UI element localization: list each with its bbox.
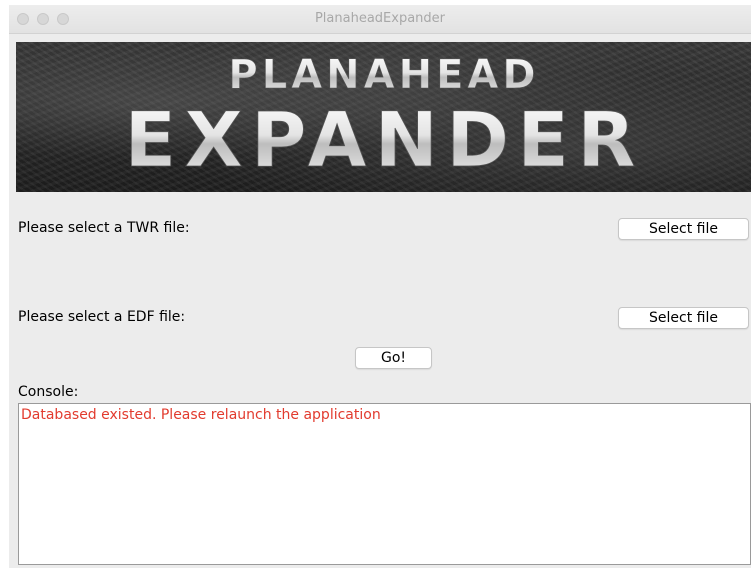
title-bar: PlanaheadExpander bbox=[9, 5, 751, 34]
banner-title-line2: EXPANDER bbox=[124, 95, 643, 184]
select-edf-file-button[interactable]: Select file bbox=[618, 307, 749, 329]
select-twr-file-button[interactable]: Select file bbox=[618, 218, 749, 240]
window-title: PlanaheadExpander bbox=[314, 11, 446, 26]
console-label: Console: bbox=[18, 384, 79, 400]
go-button[interactable]: Go! bbox=[355, 347, 432, 369]
app-window: PlanaheadExpander PLANAHEAD EXPANDER Ple… bbox=[9, 5, 751, 568]
edf-file-label: Please select a EDF file: bbox=[18, 309, 186, 325]
console-message: Databased existed. Please relaunch the a… bbox=[21, 407, 381, 423]
console-output[interactable]: Databased existed. Please relaunch the a… bbox=[18, 403, 751, 565]
twr-file-label: Please select a TWR file: bbox=[18, 220, 190, 236]
banner-title-line1: PLANAHEAD bbox=[228, 52, 539, 98]
banner-logo: PLANAHEAD EXPANDER bbox=[124, 52, 643, 185]
planahead-expander-banner: PLANAHEAD EXPANDER bbox=[16, 42, 751, 192]
